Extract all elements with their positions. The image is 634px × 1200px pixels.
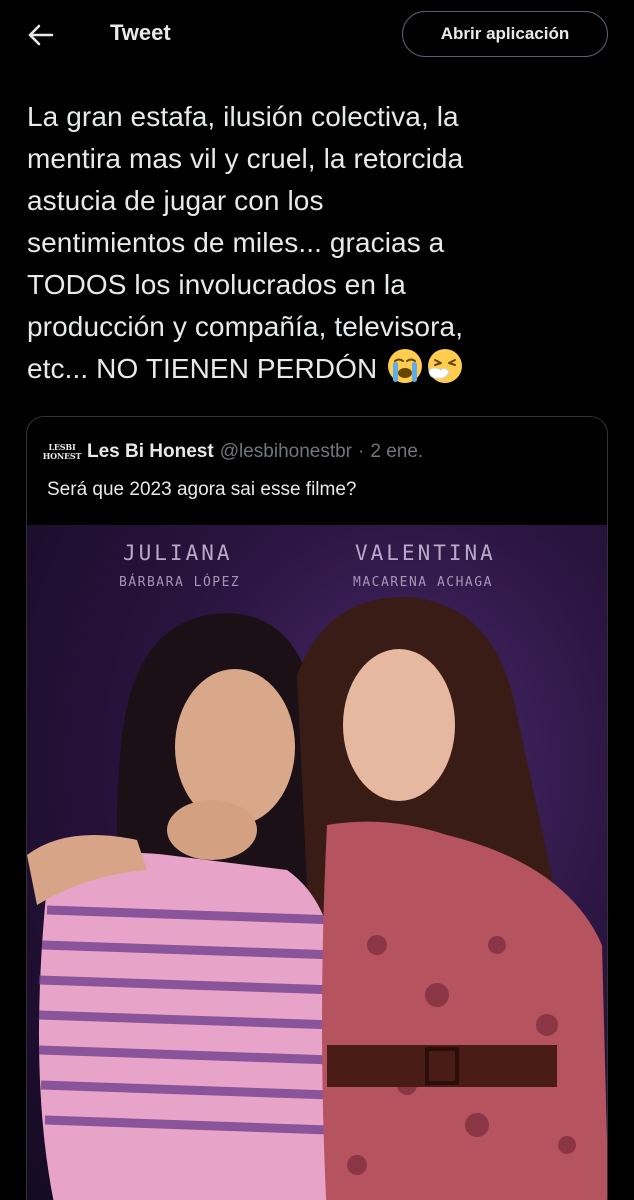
quoted-tweet-header: LESBI HONEST Les Bi Honest @lesbihonestb…: [43, 439, 423, 465]
tweet-line: producción y compañía, televisora,: [27, 311, 464, 342]
tweet-line: TODOS los involucrados en la: [27, 269, 406, 300]
quoted-tweet-image[interactable]: JULIANA BÁRBARA LÓPEZ VALENTINA MACARENA…: [27, 525, 607, 1200]
poster-name-left: JULIANA: [123, 541, 233, 565]
tweet-line: etc... NO TIENEN PERDÓN: [27, 353, 378, 384]
tweet-line: mentira mas vil y cruel, la retorcida: [27, 143, 464, 174]
tweet-line: astucia de jugar con los: [27, 185, 324, 216]
arrow-left-icon: [28, 24, 54, 46]
back-button[interactable]: [20, 14, 62, 56]
poster-actor-right: MACARENA ACHAGA: [353, 575, 493, 590]
page-title: Tweet: [110, 20, 171, 45]
loudly-crying-face-icon: [388, 349, 423, 383]
quoted-author-handle[interactable]: @lesbihonestbr: [220, 441, 352, 463]
tweet-last-line: etc... NO TIENEN PERDÓN: [27, 348, 617, 390]
separator-dot: ·: [358, 441, 365, 462]
tweet-page: Tweet Abrir aplicación La gran estafa, i…: [0, 0, 634, 1200]
poster-actor-left: BÁRBARA LÓPEZ: [119, 575, 241, 590]
quoted-tweet-card[interactable]: LESBI HONEST Les Bi Honest @lesbihonestb…: [26, 416, 608, 1200]
poster-photo: [27, 596, 607, 1200]
quoted-author-name[interactable]: Les Bi Honest: [87, 441, 214, 463]
poster-name-right: VALENTINA: [355, 541, 496, 565]
tweet-text: La gran estafa, ilusión colectiva, la me…: [27, 96, 617, 390]
sneezing-face-icon: [428, 349, 463, 383]
tweet-line: sentimientos de miles... gracias a: [27, 227, 445, 258]
avatar[interactable]: LESBI HONEST: [43, 439, 82, 465]
top-bar: Tweet Abrir aplicación: [0, 0, 634, 72]
tweet-line: La gran estafa, ilusión colectiva, la: [27, 101, 459, 132]
quoted-tweet-text: Será que 2023 agora sai esse filme?: [47, 479, 357, 500]
avatar-logo-bottom: HONEST: [42, 451, 82, 461]
quoted-date[interactable]: 2 ene.: [370, 441, 423, 463]
open-app-button[interactable]: Abrir aplicación: [402, 11, 608, 57]
